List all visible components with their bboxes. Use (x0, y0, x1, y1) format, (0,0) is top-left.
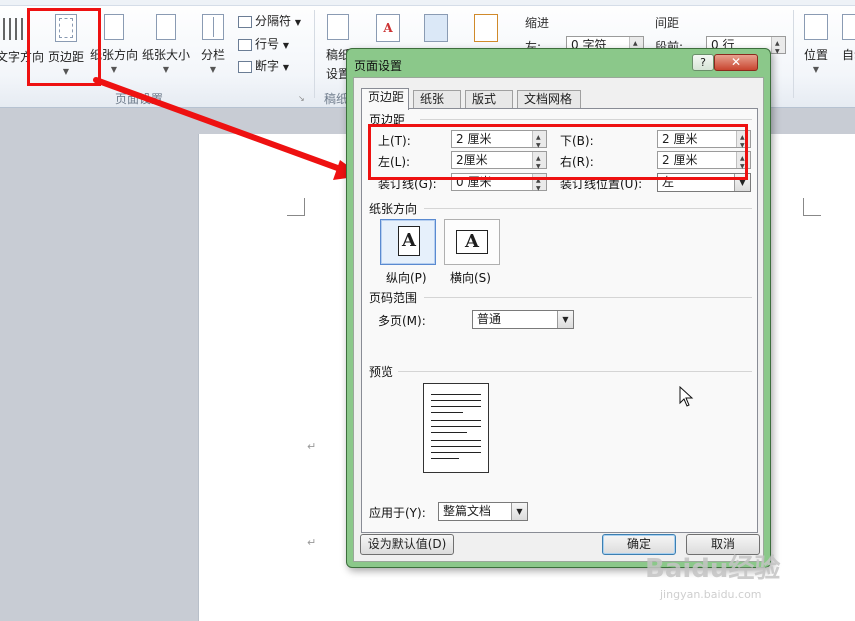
baidu-watermark-url: jingyan.baidu.com (660, 588, 762, 601)
orientation-section-label: 纸张方向 (369, 202, 418, 216)
set-default-button[interactable]: 设为默认值(D) (360, 534, 454, 555)
margin-fields-highlight-box (368, 124, 748, 180)
portrait-page-icon: A (398, 226, 420, 256)
tab-layout[interactable]: 版式 (465, 90, 513, 108)
section-divider (424, 208, 752, 209)
mouse-cursor-icon (679, 386, 694, 407)
close-button[interactable]: ✕ (714, 54, 758, 71)
landscape-option[interactable]: A (444, 219, 500, 265)
apply-to-value: 整篇文档 (443, 504, 492, 518)
portrait-label: 纵向(P) (386, 271, 427, 285)
preview-section-label: 预览 (369, 365, 394, 379)
multiple-pages-select[interactable]: 普通 ▼ (472, 310, 574, 329)
apply-to-label: 应用于(Y): (369, 506, 426, 520)
help-button[interactable]: ? (692, 54, 714, 71)
landscape-label: 横向(S) (450, 271, 491, 285)
section-divider (424, 297, 752, 298)
pages-section-label: 页码范围 (369, 291, 418, 305)
multiple-pages-value: 普通 (477, 312, 502, 326)
chevron-down-icon: ▼ (557, 311, 573, 328)
tab-margins[interactable]: 页边距 (361, 88, 409, 110)
baidu-watermark: Baidu经验 (645, 554, 781, 584)
dialog-title: 页面设置 (354, 59, 403, 73)
chevron-down-icon: ▼ (511, 503, 527, 520)
apply-to-select[interactable]: 整篇文档 ▼ (438, 502, 528, 521)
tab-document-grid[interactable]: 文档网格 (517, 90, 581, 108)
landscape-page-icon: A (456, 230, 488, 254)
page-setup-dialog: 页面设置 ? ✕ 页边距 纸张 版式 文档网格 页边距 上(T): 2 厘米 下… (346, 48, 771, 568)
tab-paper[interactable]: 纸张 (413, 90, 461, 108)
section-divider (398, 371, 752, 372)
preview-page-thumbnail (423, 383, 489, 473)
portrait-option[interactable]: A (380, 219, 436, 265)
section-divider (420, 119, 752, 120)
multiple-pages-label: 多页(M): (378, 314, 426, 328)
